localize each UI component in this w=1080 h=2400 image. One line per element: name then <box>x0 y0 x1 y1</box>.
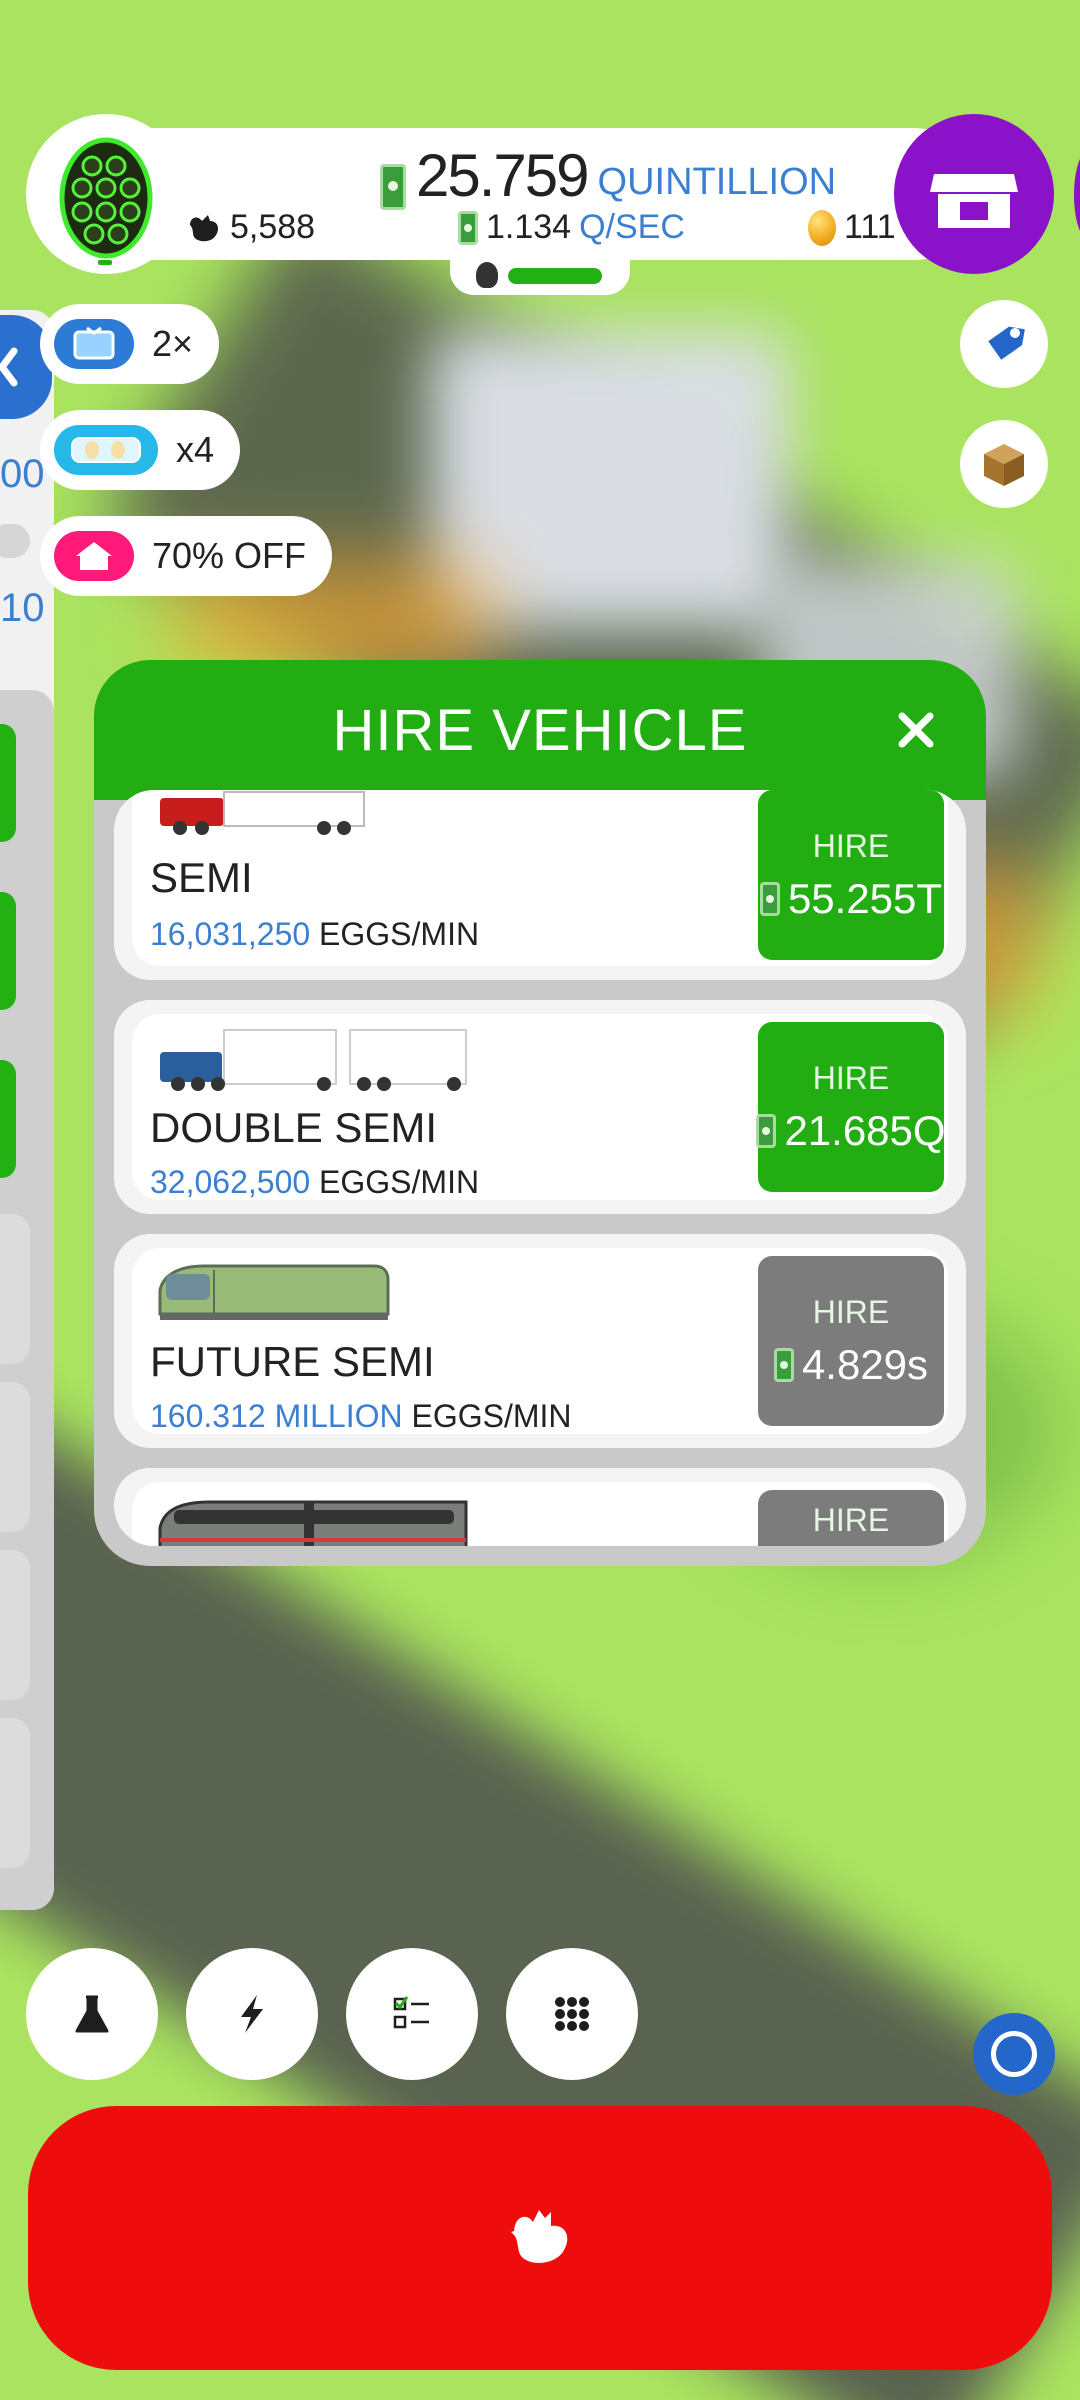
hire-label: HIRE <box>812 827 890 864</box>
side-list-item[interactable] <box>0 1550 30 1700</box>
vehicle-row: FUTURE SEMI 160.312 MILLION EGGS/MIN HIR… <box>114 1234 966 1448</box>
vehicle-row: DOUBLE SEMI 32,062,500 EGGS/MIN HIRE 21.… <box>114 1000 966 1214</box>
side-list-item[interactable] <box>0 1060 16 1178</box>
money-display: 25.759 QUINTILLION <box>380 140 836 210</box>
golden-egg-icon <box>808 209 836 246</box>
side-list-item[interactable] <box>0 724 16 842</box>
cash-icon <box>756 1113 777 1148</box>
vehicle-list[interactable]: SEMI 16,031,250 EGGS/MIN HIRE 55.255T DO… <box>114 790 966 1546</box>
supply-crate-button[interactable] <box>960 420 1048 508</box>
side-value-a: 00 <box>0 452 45 496</box>
hire-cost: 21.685Q <box>784 1106 946 1154</box>
golden-egg-value: 111 <box>844 208 896 246</box>
research-flask-icon <box>75 1995 109 2033</box>
vehicle-name: DOUBLE SEMI <box>150 1104 438 1151</box>
house-discount-icon <box>54 531 134 581</box>
chicken-icon <box>190 214 218 241</box>
chicken-count-value: 5,588 <box>230 208 316 246</box>
circle-icon <box>991 2031 1037 2077</box>
vehicle-row: HIRE <box>114 1468 966 1546</box>
hire-cost: 55.255T <box>787 874 943 922</box>
hire-label: HIRE <box>812 1501 890 1538</box>
hire-button[interactable]: HIRE 21.685Q <box>756 1022 946 1192</box>
hyperloop-train-icon <box>158 1500 468 1546</box>
cash-icon <box>773 1347 794 1382</box>
crate-box-icon <box>984 444 1024 486</box>
hire-button-disabled[interactable]: HIRE 4.829s <box>758 1256 944 1426</box>
future-semi-truck-icon <box>158 1264 390 1320</box>
menu-button[interactable] <box>506 1948 638 2080</box>
hire-cost: 4.829s <box>801 1340 929 1388</box>
hatch-chicken-button[interactable] <box>28 2106 1052 2370</box>
vehicle-row: SEMI 16,031,250 EGGS/MIN HIRE 55.255T <box>114 790 966 980</box>
side-value-b: 10 <box>0 586 45 630</box>
boost-video-doubler[interactable]: 2× <box>40 304 220 384</box>
discount-tag-button[interactable] <box>960 300 1048 388</box>
chick-icon <box>476 262 498 288</box>
vehicle-rate: 160.312 MILLION EGGS/MIN <box>150 1398 572 1434</box>
research-button[interactable] <box>26 1948 158 2080</box>
boost-label: 2× <box>152 323 194 364</box>
boost-habitat-sale[interactable]: 70% OFF <box>40 516 333 596</box>
floating-assistant-button[interactable] <box>973 2013 1055 2095</box>
side-list-item[interactable] <box>0 1214 30 1364</box>
hire-label: HIRE <box>812 1293 890 1330</box>
cash-icon <box>458 210 478 245</box>
egg-boost-icon <box>54 425 158 475</box>
hire-button-disabled[interactable]: HIRE <box>758 1490 944 1546</box>
tv-icon <box>54 319 134 369</box>
vehicle-name: SEMI <box>150 854 253 901</box>
cash-icon <box>380 164 406 210</box>
vehicle-name: FUTURE SEMI <box>150 1338 435 1385</box>
vehicle-rate: 32,062,500 EGGS/MIN <box>150 1164 480 1200</box>
money-value: 25.759 <box>416 142 590 209</box>
missions-button[interactable] <box>346 1948 478 2080</box>
price-tag-icon <box>988 326 1025 360</box>
modal-title: HIRE VEHICLE <box>332 697 748 763</box>
double-semi-truck-icon <box>160 1029 467 1091</box>
money-unit: QUINTILLION <box>597 161 837 203</box>
current-egg-button[interactable] <box>26 114 186 274</box>
vehicle-rate: 16,031,250 EGGS/MIN <box>150 916 480 952</box>
habitat-progress-bar <box>508 268 602 284</box>
chicken-count: 5,588 <box>186 208 315 247</box>
shop-store-icon <box>930 174 1018 228</box>
semi-truck-icon <box>160 791 365 835</box>
rate-unit: Q/SEC <box>579 208 685 246</box>
close-button[interactable] <box>876 690 956 770</box>
menu-grid-icon <box>555 1997 589 2031</box>
shop-button[interactable] <box>894 114 1054 274</box>
side-list-item[interactable] <box>0 1718 30 1868</box>
boost-label: 70% OFF <box>152 535 307 576</box>
quantum-egg-icon <box>59 137 153 265</box>
earning-rate: 1.134 Q/SEC <box>458 208 685 247</box>
side-list-item[interactable] <box>0 1382 30 1532</box>
hire-button[interactable]: HIRE 55.255T <box>758 790 944 960</box>
golden-egg-count[interactable]: 111 <box>808 208 896 247</box>
boosts-button[interactable] <box>186 1948 318 2080</box>
cash-icon <box>759 881 780 916</box>
close-icon <box>898 712 934 748</box>
offscreen-button-edge <box>1074 150 1080 240</box>
hire-vehicle-modal: HIRE VEHICLE SEMI 16,031,250 EGGS/MIN HI… <box>94 660 986 1566</box>
missions-checklist-icon <box>393 1996 429 2029</box>
chicken-icon <box>511 2210 568 2263</box>
side-list-item[interactable] <box>0 892 16 1010</box>
boost-egg-multiplier[interactable]: x4 <box>40 410 241 490</box>
modal-header: HIRE VEHICLE <box>94 660 986 800</box>
boost-label: x4 <box>176 429 215 470</box>
rate-value: 1.134 <box>486 208 572 246</box>
hire-label: HIRE <box>812 1059 890 1096</box>
boost-lightning-icon <box>241 1995 263 2033</box>
